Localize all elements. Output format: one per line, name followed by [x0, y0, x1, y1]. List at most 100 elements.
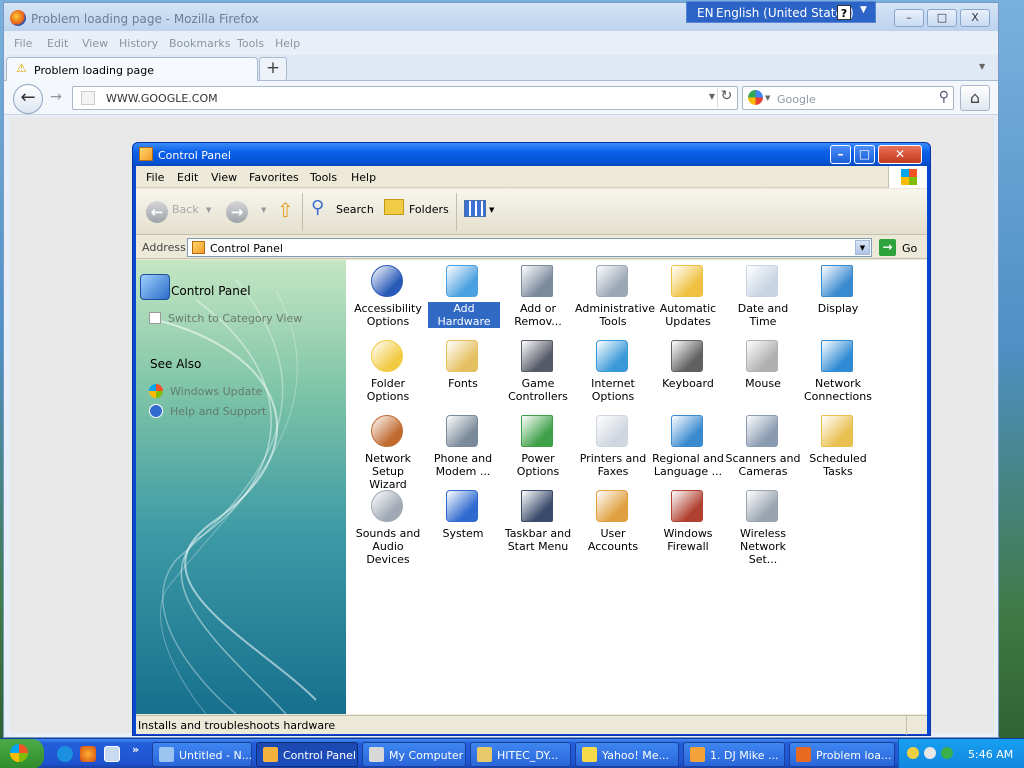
cp-item-label: System: [442, 527, 484, 540]
cp-item-scanners-cameras[interactable]: Scanners and Cameras: [725, 413, 801, 483]
cp-item-add-remove-programs[interactable]: Add or Remov...: [500, 263, 576, 333]
reload-icon[interactable]: ↻: [717, 88, 735, 108]
cp-item-administrative-tools[interactable]: Administrative Tools: [575, 263, 655, 333]
go-label: Go: [902, 242, 918, 255]
language-bar[interactable]: EN English (United States) ? ▼: [686, 1, 876, 23]
cp-item-internet-options[interactable]: Internet Options: [575, 338, 651, 408]
up-folder-icon[interactable]: ⇧: [277, 198, 294, 222]
back-dropdown-icon[interactable]: ▼: [206, 206, 211, 214]
cp-back-button[interactable]: Back: [172, 203, 199, 216]
cp-menu-edit[interactable]: Edit: [177, 171, 198, 184]
taskbar-button-my-computer[interactable]: My Computer: [362, 742, 466, 767]
ie-quicklaunch-icon[interactable]: [57, 746, 73, 762]
views-icon[interactable]: [464, 200, 486, 217]
windows-update-link[interactable]: Windows Update: [149, 384, 262, 398]
go-button[interactable]: → Go: [877, 238, 925, 257]
cp-menu-tools[interactable]: Tools: [310, 171, 337, 184]
cp-item-power-options[interactable]: Power Options: [500, 413, 576, 483]
cp-item-taskbar-start-menu[interactable]: Taskbar and Start Menu: [500, 488, 576, 558]
forward-dropdown-icon[interactable]: ▼: [261, 206, 266, 214]
cp-folders-button[interactable]: Folders: [409, 203, 449, 216]
address-field[interactable]: Control Panel ▼: [187, 238, 872, 257]
taskbar-button-yahoo-messenger[interactable]: Yahoo! Me...: [575, 742, 679, 767]
firefox-maximize-button[interactable]: □: [927, 9, 957, 27]
tray-network-icon[interactable]: [941, 747, 953, 759]
cp-item-network-connections[interactable]: Network Connections: [800, 338, 876, 408]
cp-item-network-setup-wizard[interactable]: Network Setup Wizard: [350, 413, 426, 491]
status-text: Installs and troubleshoots hardware: [138, 719, 336, 732]
cp-item-keyboard[interactable]: Keyboard: [650, 338, 726, 408]
cp-item-wireless-network-setup[interactable]: Wireless Network Set...: [725, 488, 801, 566]
search-icon[interactable]: ⚲: [311, 197, 324, 218]
cp-item-automatic-updates[interactable]: Automatic Updates: [650, 263, 726, 333]
cp-item-windows-firewall[interactable]: Windows Firewall: [650, 488, 726, 558]
menu-edit[interactable]: Edit: [47, 37, 68, 50]
forward-arrow-icon[interactable]: →: [226, 201, 248, 223]
cp-item-date-time[interactable]: Date and Time: [725, 263, 801, 333]
cp-menu-file[interactable]: File: [146, 171, 164, 184]
address-dropdown-icon[interactable]: ▼: [855, 240, 870, 255]
cp-item-mouse[interactable]: Mouse: [725, 338, 801, 408]
google-engine-icon[interactable]: [748, 90, 763, 105]
back-button[interactable]: ←: [13, 84, 43, 114]
home-button[interactable]: ⌂: [960, 85, 990, 111]
keyboard-icon: [671, 340, 703, 372]
cp-item-regional-language[interactable]: Regional and Language ...: [650, 413, 726, 483]
menu-bookmarks[interactable]: Bookmarks: [169, 37, 230, 50]
views-dropdown-icon[interactable]: ▼: [489, 206, 494, 214]
help-support-link[interactable]: Help and Support: [149, 404, 266, 418]
language-options-icon[interactable]: ▼: [860, 5, 867, 15]
cp-search-button[interactable]: Search: [336, 203, 374, 216]
taskbar-button-media-player[interactable]: 1. DJ Mike ...: [683, 742, 785, 767]
cp-item-display[interactable]: Display: [800, 263, 876, 333]
taskbar-button-folder[interactable]: HITEC_DY...: [470, 742, 571, 767]
cp-menu-help[interactable]: Help: [351, 171, 376, 184]
menu-view[interactable]: View: [82, 37, 108, 50]
taskbar-button-firefox[interactable]: Problem loa...: [789, 742, 895, 767]
cp-item-user-accounts[interactable]: User Accounts: [575, 488, 651, 558]
taskbar-button-notepad[interactable]: Untitled - N...: [152, 742, 252, 767]
scanners-cameras-icon: [746, 415, 778, 447]
back-arrow-icon[interactable]: ←: [146, 201, 168, 223]
url-bar[interactable]: WWW.GOOGLE.COM ▼ ↻: [72, 86, 738, 110]
cp-close-button[interactable]: ✕: [878, 145, 922, 164]
url-history-dropdown-icon[interactable]: ▼: [709, 92, 715, 101]
cp-maximize-button[interactable]: □: [854, 145, 875, 164]
cp-item-sounds-audio[interactable]: Sounds and Audio Devices: [350, 488, 426, 566]
cp-item-phone-modem[interactable]: Phone and Modem ...: [425, 413, 501, 483]
cp-item-system[interactable]: System: [425, 488, 501, 558]
engine-dropdown-icon[interactable]: ▼: [765, 94, 770, 102]
firefox-minimize-button[interactable]: –: [894, 9, 924, 27]
menu-tools[interactable]: Tools: [237, 37, 264, 50]
menu-file[interactable]: File: [14, 37, 32, 50]
start-button[interactable]: [0, 739, 44, 768]
cp-item-printers-faxes[interactable]: Printers and Faxes: [575, 413, 651, 483]
forward-button[interactable]: →: [46, 89, 66, 109]
tray-messenger-icon[interactable]: [924, 747, 936, 759]
cp-menu-view[interactable]: View: [211, 171, 237, 184]
firefox-quicklaunch-icon[interactable]: [80, 746, 96, 762]
show-desktop-icon[interactable]: [104, 746, 120, 762]
tray-app-icon[interactable]: [907, 747, 919, 759]
cp-item-accessibility[interactable]: Accessibility Options: [350, 263, 426, 333]
cp-item-scheduled-tasks[interactable]: Scheduled Tasks: [800, 413, 876, 483]
search-bar[interactable]: ▼ Google ⚲: [742, 86, 954, 110]
folders-icon[interactable]: [384, 199, 404, 215]
cp-item-add-hardware[interactable]: Add Hardware: [425, 263, 501, 333]
tab-problem-loading[interactable]: ⚠ Problem loading page: [6, 57, 258, 82]
firefox-close-button[interactable]: X: [960, 9, 990, 27]
cp-menu-favorites[interactable]: Favorites: [249, 171, 299, 184]
switch-category-view-link[interactable]: Switch to Category View: [149, 312, 302, 325]
cp-item-game-controllers[interactable]: Game Controllers: [500, 338, 576, 408]
menu-help[interactable]: Help: [275, 37, 300, 50]
cp-minimize-button[interactable]: –: [830, 145, 851, 164]
language-help-icon[interactable]: ?: [837, 5, 851, 20]
new-tab-button[interactable]: +: [259, 57, 287, 81]
cp-item-fonts[interactable]: Fonts: [425, 338, 501, 408]
menu-history[interactable]: History: [119, 37, 158, 50]
search-icon[interactable]: ⚲: [939, 89, 949, 105]
cp-item-folder-options[interactable]: Folder Options: [350, 338, 426, 408]
taskbar-button-control-panel[interactable]: Control Panel: [256, 742, 358, 767]
tab-list-chevron-icon[interactable]: ▼: [979, 62, 985, 71]
quicklaunch-overflow-icon[interactable]: »: [132, 743, 148, 759]
